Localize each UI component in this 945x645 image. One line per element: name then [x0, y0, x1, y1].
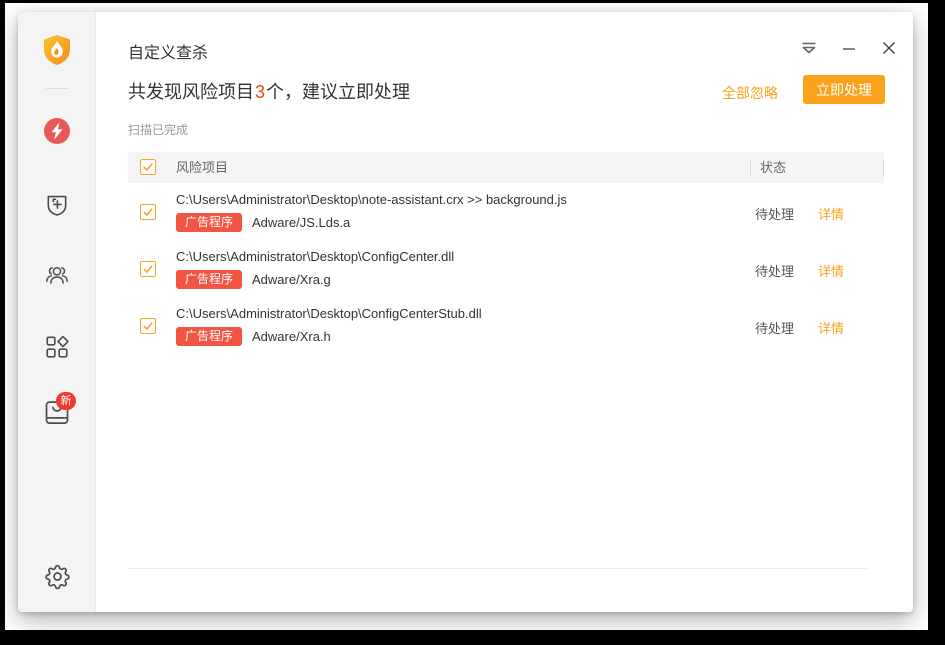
details-link[interactable]: 详情 [818, 261, 844, 280]
column-header-risk: 风险项目 [176, 152, 228, 183]
page-title: 自定义查杀 [128, 39, 208, 63]
sidebar: 新 [18, 12, 96, 612]
threat-type-badge: 广告程序 [176, 327, 242, 346]
main-menu-icon[interactable] [800, 40, 817, 56]
column-separator [883, 159, 884, 176]
table-header: 风险项目 状态 [128, 152, 884, 183]
risk-table: 风险项目 状态 C:\Users\Administrator\Desktop\n… [128, 152, 884, 354]
table-row: C:\Users\Administrator\Desktop\note-assi… [128, 183, 884, 240]
status-text: 待处理 [755, 204, 794, 223]
handle-now-button[interactable]: 立即处理 [803, 75, 885, 104]
risk-summary: 共发现风险项目3个，建议立即处理 [128, 78, 410, 104]
risk-item-detail: C:\Users\Administrator\Desktop\ConfigCen… [176, 306, 482, 346]
row-checkbox[interactable] [140, 204, 156, 220]
scan-status-text: 扫描已完成 [128, 121, 188, 138]
risk-file-path: C:\Users\Administrator\Desktop\ConfigCen… [176, 249, 454, 265]
lightning-circle-icon [43, 117, 71, 150]
bottom-divider [128, 568, 867, 569]
risk-item-detail: C:\Users\Administrator\Desktop\note-assi… [176, 192, 567, 232]
risk-file-path: C:\Users\Administrator\Desktop\ConfigCen… [176, 306, 482, 322]
flame-shield-logo-icon [42, 34, 72, 71]
threat-name: Adware/JS.Lds.a [252, 215, 350, 230]
risk-count: 3 [254, 82, 266, 102]
threat-type-badge: 广告程序 [176, 270, 242, 289]
sidebar-item-settings[interactable] [18, 563, 96, 595]
table-row: C:\Users\Administrator\Desktop\ConfigCen… [128, 297, 884, 354]
row-checkbox[interactable] [140, 261, 156, 277]
risk-summary-prefix: 共发现风险项目 [128, 82, 254, 102]
column-header-status: 状态 [760, 152, 786, 183]
app-window: 新 自定义查杀 [18, 12, 913, 612]
status-text: 待处理 [755, 261, 794, 280]
risk-threat-line: 广告程序 Adware/JS.Lds.a [176, 213, 567, 232]
select-all-checkbox[interactable] [140, 159, 156, 175]
ignore-all-button[interactable]: 全部忽略 [722, 83, 778, 103]
risk-file-path: C:\Users\Administrator\Desktop\note-assi… [176, 192, 567, 208]
threat-name: Adware/Xra.g [252, 272, 331, 287]
sidebar-item-protection[interactable] [18, 192, 96, 223]
threat-name: Adware/Xra.h [252, 329, 331, 344]
threat-type-badge: 广告程序 [176, 213, 242, 232]
risk-threat-line: 广告程序 Adware/Xra.h [176, 327, 482, 346]
sidebar-item-scan[interactable] [18, 117, 96, 150]
status-text: 待处理 [755, 318, 794, 337]
sidebar-item-trust-zone[interactable] [18, 261, 96, 292]
details-link[interactable]: 详情 [818, 318, 844, 337]
app-logo [18, 34, 96, 71]
column-separator [750, 159, 751, 176]
risk-threat-line: 广告程序 Adware/Xra.g [176, 270, 454, 289]
close-icon[interactable] [880, 40, 897, 56]
row-checkbox[interactable] [140, 318, 156, 334]
table-row: C:\Users\Administrator\Desktop\ConfigCen… [128, 240, 884, 297]
minimize-icon[interactable] [840, 40, 857, 56]
new-feature-badge: 新 [56, 392, 76, 410]
grid-diamond-icon [44, 334, 70, 365]
gear-icon [44, 563, 71, 595]
sidebar-divider [46, 88, 68, 89]
sidebar-item-toolbox[interactable] [18, 334, 96, 365]
risk-summary-suffix: 个，建议立即处理 [266, 82, 410, 102]
people-icon [43, 261, 71, 292]
risk-item-detail: C:\Users\Administrator\Desktop\ConfigCen… [176, 249, 454, 289]
desktop-background: 新 自定义查杀 [5, 3, 928, 630]
details-link[interactable]: 详情 [818, 204, 844, 223]
shield-plus-icon [44, 192, 70, 223]
window-controls [800, 40, 897, 56]
